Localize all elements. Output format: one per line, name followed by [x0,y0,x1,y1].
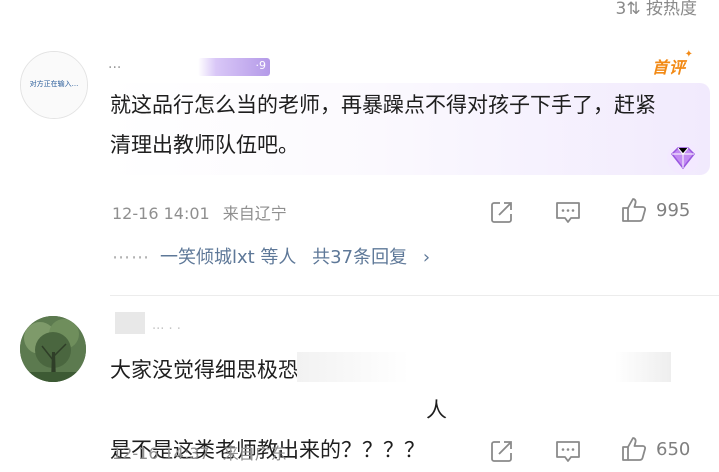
username-blurred[interactable] [115,312,145,334]
comment-meta: 12-16 14:37 来自广东 [112,440,287,464]
share-icon[interactable] [488,198,516,226]
sort-toggle[interactable]: 3⇅ 按热度 [616,0,697,19]
like-count: 650 [656,439,691,460]
first-comment-badge: 首评 ✦ [652,49,695,77]
username-tail: ··· · · [152,322,181,337]
like-icon[interactable] [620,196,648,224]
divider [110,295,719,296]
comment-text: 就这品行怎么当的老师，再暴躁点不得对孩子下手了，赶紧清理出教师队伍吧。 [110,93,656,157]
svg-text:对方正在输入...: 对方正在输入... [30,79,79,88]
diamond-icon [667,142,699,174]
comment-time: 12-16 14:01 [112,204,210,223]
avatar-image: 对方正在输入... [21,52,87,118]
reply-users: 一笑倾城lxt 等人 [160,247,297,268]
avatar[interactable]: 对方正在输入... [20,51,88,119]
comment-time: 12-16 14:37 [112,444,210,463]
avatar-tree-image [20,316,86,382]
like-count: 995 [656,200,691,221]
username-blurred[interactable]: ··· [108,60,121,76]
comment-icon[interactable] [554,198,582,226]
comment-icon[interactable] [554,437,582,465]
chevron-right-icon: › [422,247,431,268]
share-icon[interactable] [488,437,516,465]
redaction-overlay [297,352,671,382]
reply-count: 共37条回复 [312,247,408,268]
like-icon[interactable] [620,435,648,463]
comment-location: 来自辽宁 [222,204,287,223]
reply-summary-link[interactable]: ⋯⋯ 一笑倾城lxt 等人 共37条回复 › [112,243,430,269]
user-badge-bar: ·9 [198,58,270,76]
comment-meta: 12-16 14:01 来自辽宁 [112,200,287,224]
avatar[interactable] [20,316,86,382]
comment-location: 来自广东 [222,444,287,463]
